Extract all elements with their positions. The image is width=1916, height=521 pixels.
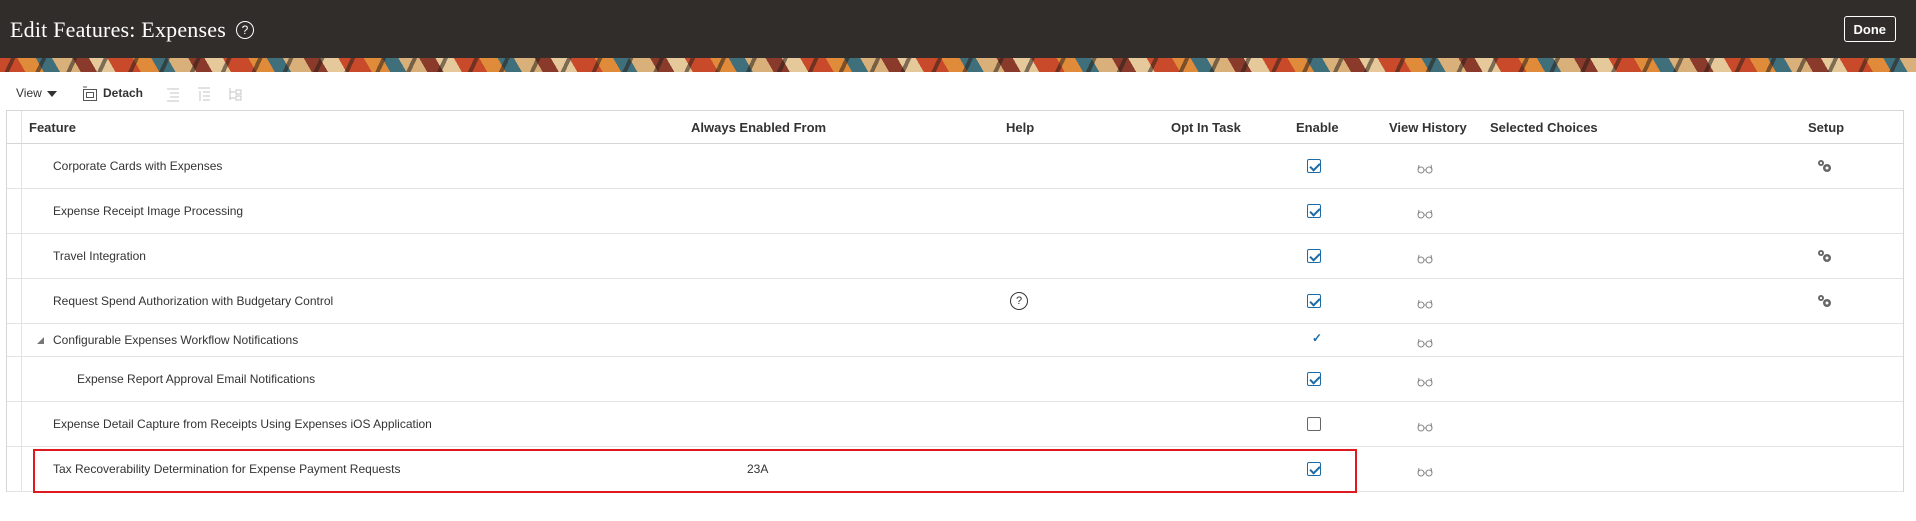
enable-checkbox[interactable] (1307, 416, 1321, 431)
enable-checkbox[interactable] (1307, 371, 1321, 386)
glasses-icon[interactable] (1417, 161, 1433, 173)
view-menu-label: View (16, 86, 42, 100)
feature-name: Expense Receipt Image Processing (53, 203, 244, 218)
column-header-feature[interactable]: Feature (29, 120, 76, 135)
decorative-banner (0, 58, 1916, 72)
table-row[interactable]: Expense Report Approval Email Notificati… (7, 356, 1903, 402)
feature-name: Expense Report Approval Email Notificati… (77, 371, 316, 386)
table-row[interactable]: Request Spend Authorization with Budgeta… (7, 278, 1903, 324)
enable-checkbox[interactable] (1307, 293, 1321, 308)
view-menu[interactable]: View (16, 82, 57, 104)
glasses-icon[interactable] (1417, 464, 1433, 476)
gear-icon[interactable] (1816, 158, 1832, 174)
enable-checkbox[interactable] (1307, 248, 1321, 263)
enabled-check-icon: ✓ (1312, 330, 1323, 345)
glasses-icon[interactable] (1417, 251, 1433, 263)
enable-checkbox[interactable] (1307, 158, 1321, 173)
table-row[interactable]: Travel Integration (7, 233, 1903, 279)
chevron-down-icon (46, 90, 57, 97)
column-header-opt-in-task[interactable]: Opt In Task (1171, 120, 1241, 135)
glasses-icon[interactable] (1417, 374, 1433, 386)
feature-name: Expense Detail Capture from Receipts Usi… (53, 416, 432, 431)
feature-name: Configurable Expenses Workflow Notificat… (53, 332, 299, 347)
table-header: Feature Always Enabled From Help Opt In … (7, 111, 1903, 144)
table-row[interactable]: Corporate Cards with Expenses (7, 143, 1903, 189)
glasses-icon[interactable] (1417, 206, 1433, 218)
enable-checkbox[interactable] (1307, 203, 1321, 218)
column-header-always-enabled-from[interactable]: Always Enabled From (691, 120, 826, 135)
detach-icon (83, 86, 97, 101)
column-header-setup[interactable]: Setup (1808, 120, 1844, 135)
glasses-icon[interactable] (1417, 419, 1433, 431)
triangle-expanded-icon[interactable] (37, 336, 44, 344)
detach-button[interactable]: Detach (82, 82, 143, 104)
highlight-box (33, 449, 1357, 493)
feature-name: Travel Integration (53, 248, 146, 263)
page-header: Edit Features: Expenses ? Done (0, 0, 1916, 58)
column-header-selected-choices[interactable]: Selected Choices (1490, 120, 1598, 135)
question-circle-icon[interactable]: ? (1010, 291, 1028, 310)
done-button[interactable]: Done (1843, 16, 1896, 42)
table-row[interactable]: Configurable Expenses Workflow Notificat… (7, 323, 1903, 357)
detach-label: Detach (103, 86, 144, 100)
table-row[interactable]: Expense Detail Capture from Receipts Usi… (7, 401, 1903, 447)
page-title: Edit Features: Expenses (10, 17, 226, 42)
help-icon[interactable]: ? (236, 21, 254, 39)
feature-name: Request Spend Authorization with Budgeta… (53, 293, 334, 308)
glasses-icon[interactable] (1417, 335, 1433, 347)
collapse-all-icon[interactable] (165, 82, 181, 104)
hierarchy-icon[interactable] (227, 82, 243, 104)
gear-icon[interactable] (1816, 248, 1832, 264)
feature-name: Corporate Cards with Expenses (53, 158, 223, 173)
features-table: Feature Always Enabled From Help Opt In … (6, 110, 1904, 492)
column-header-help[interactable]: Help (1006, 120, 1034, 135)
column-header-view-history[interactable]: View History (1389, 120, 1467, 135)
gear-icon[interactable] (1816, 293, 1832, 309)
expand-all-icon[interactable] (196, 82, 212, 104)
glasses-icon[interactable] (1417, 296, 1433, 308)
column-header-enable[interactable]: Enable (1296, 120, 1339, 135)
table-row[interactable]: Expense Receipt Image Processing (7, 188, 1903, 234)
